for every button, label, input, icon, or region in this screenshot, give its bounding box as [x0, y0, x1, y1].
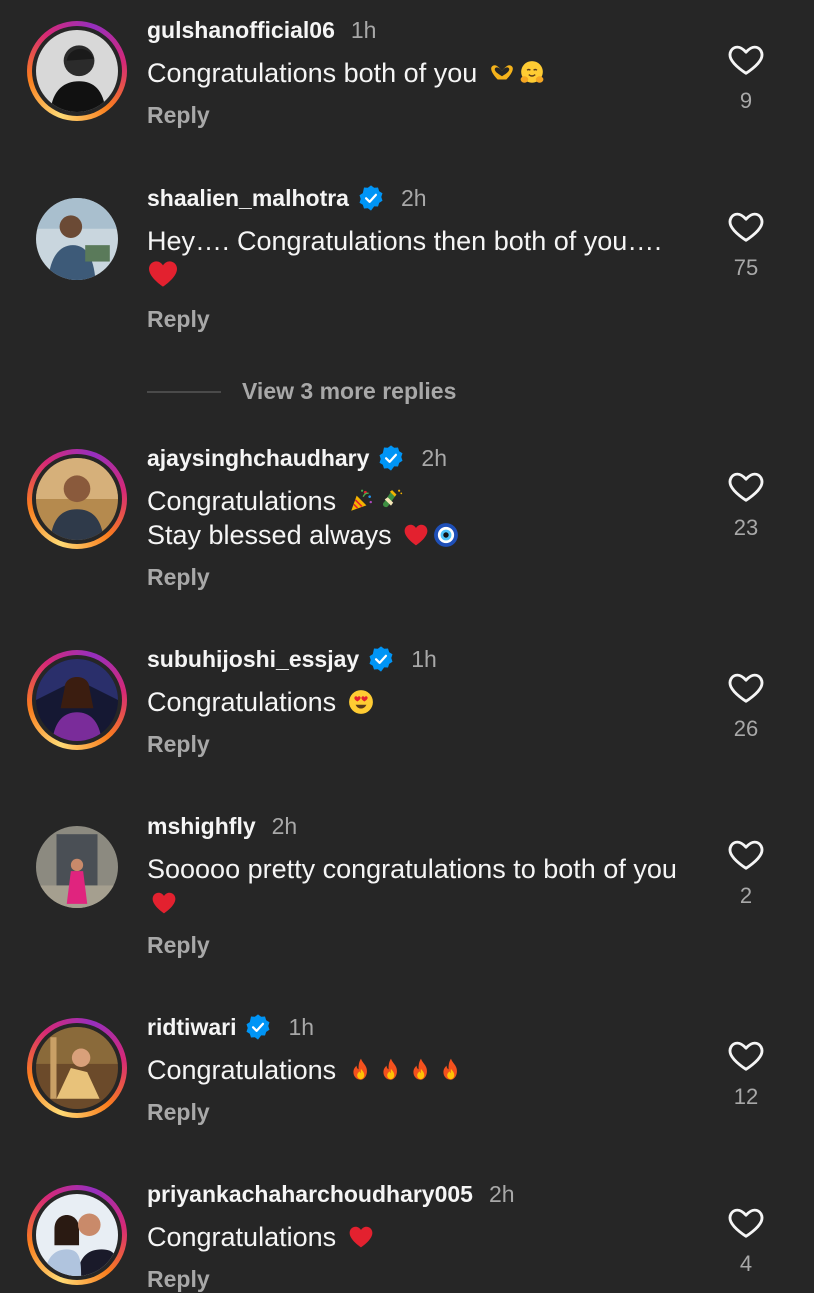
like-count: 2 [739, 883, 753, 908]
comment-text: Sooooo pretty congratulations to both of… [147, 852, 687, 920]
like-heart-icon[interactable] [726, 835, 766, 873]
reply-button[interactable]: Reply [147, 1099, 687, 1126]
timestamp: 2h [400, 185, 427, 211]
divider-line [147, 390, 221, 393]
username[interactable]: gulshanofficial06 [147, 16, 335, 44]
username[interactable]: mshighfly [147, 812, 256, 840]
like-heart-icon[interactable] [726, 207, 766, 245]
hugging-face-icon [519, 60, 545, 86]
like-count: 4 [739, 1251, 753, 1276]
fire-icon [378, 1057, 404, 1083]
comment-text: Congratulations [147, 685, 687, 719]
like-count: 26 [733, 716, 759, 741]
heart-eyes-icon [348, 689, 374, 715]
party-popper-icon [348, 488, 374, 514]
red-heart-icon [151, 890, 177, 916]
red-heart-icon [403, 522, 429, 548]
username[interactable]: ridtiwari [147, 1013, 236, 1041]
timestamp: 2h [488, 1181, 515, 1207]
timestamp: 2h [421, 445, 448, 471]
avatar[interactable] [27, 1185, 127, 1285]
reply-button[interactable]: Reply [147, 306, 687, 333]
verified-badge-icon [244, 1013, 272, 1041]
username[interactable]: subuhijoshi_essjay [147, 645, 359, 673]
username[interactable]: shaalien_malhotra [147, 184, 349, 212]
verified-badge-icon [357, 184, 385, 212]
champagne-icon [378, 488, 404, 514]
like-heart-icon[interactable] [726, 1203, 766, 1241]
fire-icon [438, 1057, 464, 1083]
like-count: 12 [733, 1084, 759, 1109]
like-count: 9 [739, 88, 753, 113]
like-heart-icon[interactable] [726, 40, 766, 78]
avatar[interactable] [27, 817, 127, 917]
like-count: 23 [733, 515, 759, 540]
comment-text: Hey…. Congratulations then both of you…. [147, 224, 687, 294]
fire-icon [408, 1057, 434, 1083]
comment-text: Congratulations Stay blessed always [147, 484, 687, 552]
username[interactable]: priyankachaharchoudhary005 [147, 1180, 473, 1208]
avatar[interactable] [27, 650, 127, 750]
view-more-replies-button[interactable]: View 3 more replies [147, 378, 456, 405]
verified-badge-icon [377, 444, 405, 472]
comment-text: Congratulations both of you [147, 56, 687, 90]
avatar[interactable] [27, 449, 127, 549]
avatar[interactable] [27, 189, 127, 289]
comment-text: Congratulations [147, 1220, 687, 1254]
nazar-amulet-icon [433, 522, 459, 548]
like-heart-icon[interactable] [726, 1036, 766, 1074]
view-more-replies-label[interactable]: View 3 more replies [242, 378, 456, 405]
red-heart-icon [147, 258, 179, 290]
timestamp: 1h [288, 1014, 315, 1040]
reply-button[interactable]: Reply [147, 932, 687, 959]
reply-button[interactable]: Reply [147, 102, 687, 129]
timestamp: 2h [271, 813, 298, 839]
username[interactable]: ajaysinghchaudhary [147, 444, 369, 472]
avatar[interactable] [27, 21, 127, 121]
like-heart-icon[interactable] [726, 467, 766, 505]
avatar[interactable] [27, 1018, 127, 1118]
timestamp: 1h [411, 646, 437, 672]
like-heart-icon[interactable] [726, 668, 766, 706]
comment-text: Congratulations [147, 1053, 687, 1087]
fire-icon [348, 1057, 374, 1083]
reply-button[interactable]: Reply [147, 731, 687, 758]
like-count: 75 [733, 255, 759, 280]
timestamp: 1h [350, 17, 377, 43]
heart-hands-icon [489, 60, 515, 86]
reply-button[interactable]: Reply [147, 564, 687, 591]
verified-badge-icon [367, 645, 395, 673]
red-heart-icon [348, 1224, 374, 1250]
